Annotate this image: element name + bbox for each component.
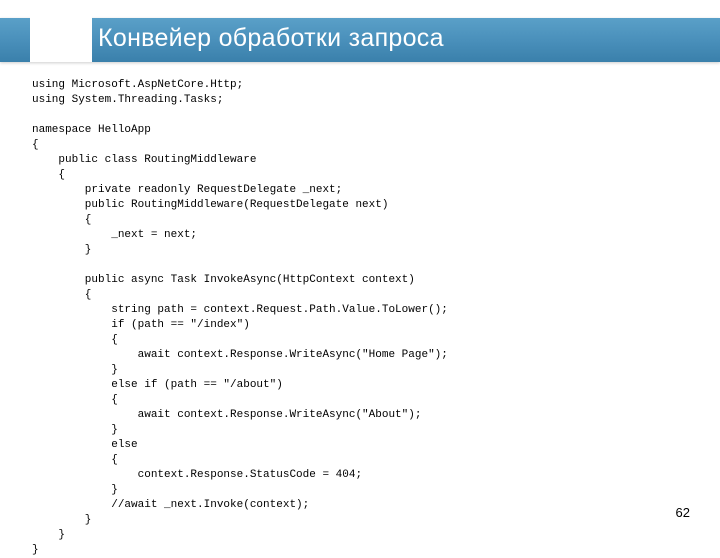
header-accent-block	[30, 6, 92, 62]
page-number: 62	[676, 505, 690, 520]
code-content: using Microsoft.AspNetCore.Http; using S…	[32, 78, 448, 558]
slide-title: Конвейер обработки запроса	[98, 24, 444, 53]
